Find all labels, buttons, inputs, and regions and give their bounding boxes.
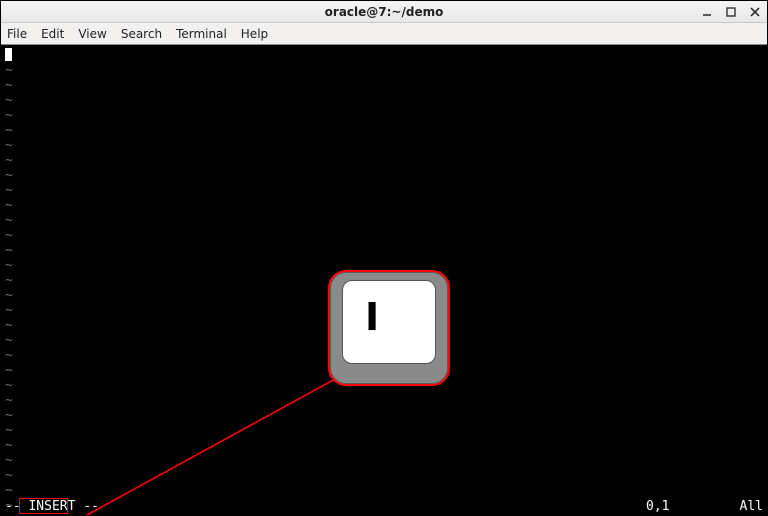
text-cursor: [5, 48, 12, 61]
annotation-keycap: I: [328, 270, 450, 386]
annotation-keycap-face: I: [342, 280, 436, 364]
vim-scroll-indicator: All: [740, 499, 763, 514]
vim-mode-indicator: -- INSERT --: [5, 499, 99, 514]
menu-help[interactable]: Help: [241, 27, 268, 41]
vim-empty-lines: ~ ~ ~ ~ ~ ~ ~ ~ ~ ~ ~ ~ ~ ~ ~ ~ ~ ~ ~ ~ …: [5, 63, 13, 513]
vim-cursor-position: 0,1: [646, 499, 669, 514]
minimize-button[interactable]: [699, 4, 715, 20]
annotation-pointer-line: [1, 45, 767, 515]
window-title: oracle@7:~/demo: [1, 5, 767, 19]
terminal-window: oracle@7:~/demo File Edit View Search Te…: [0, 0, 768, 516]
menu-edit[interactable]: Edit: [41, 27, 64, 41]
terminal-area[interactable]: ~ ~ ~ ~ ~ ~ ~ ~ ~ ~ ~ ~ ~ ~ ~ ~ ~ ~ ~ ~ …: [1, 45, 767, 515]
menu-view[interactable]: View: [78, 27, 106, 41]
menu-terminal[interactable]: Terminal: [176, 27, 227, 41]
menu-file[interactable]: File: [7, 27, 27, 41]
menu-search[interactable]: Search: [121, 27, 162, 41]
menubar: File Edit View Search Terminal Help: [1, 23, 767, 45]
maximize-button[interactable]: [723, 4, 739, 20]
annotation-key-label: I: [365, 295, 379, 339]
window-controls: [699, 1, 763, 23]
vim-status-line: -- INSERT -- 0,1 All: [1, 499, 767, 513]
close-button[interactable]: [747, 4, 763, 20]
titlebar: oracle@7:~/demo: [1, 1, 767, 23]
